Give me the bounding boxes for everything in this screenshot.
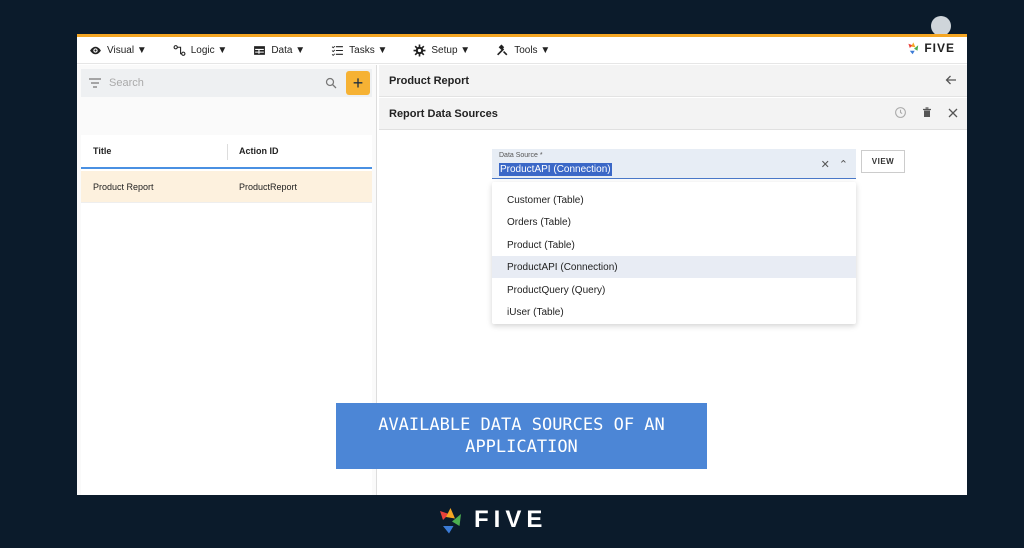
field-controls: ✕ ⌃ [812, 158, 848, 171]
menu-setup-label: Setup ▼ [431, 44, 471, 56]
menu-visual[interactable]: Visual ▼ [89, 44, 147, 57]
column-title[interactable]: Title [93, 146, 111, 156]
top-menu-bar: Visual ▼ Logic ▼ Data ▼ Tasks ▼ Setup ▼ … [77, 37, 967, 64]
menu-logic[interactable]: Logic ▼ [173, 44, 228, 57]
five-logo-icon [908, 42, 919, 55]
list-header: Title Action ID [81, 135, 372, 169]
search-input[interactable] [109, 77, 299, 89]
tools-icon [496, 43, 509, 57]
menu-tools[interactable]: Tools ▼ [496, 43, 551, 57]
dropdown-option[interactable]: ProductQuery (Query) [492, 279, 856, 301]
menu-logic-label: Logic ▼ [190, 44, 228, 56]
close-icon[interactable] [947, 106, 959, 124]
list-item[interactable]: Product Report ProductReport [81, 171, 372, 203]
data-source-value[interactable]: ProductAPI (Connection) [499, 163, 612, 176]
section-title: Report Data Sources [389, 107, 498, 120]
dropdown-option[interactable]: Orders (Table) [492, 211, 856, 233]
table-icon [253, 44, 266, 57]
menu-data-label: Data ▼ [271, 44, 306, 56]
menu-visual-label: Visual ▼ [107, 44, 147, 56]
column-divider [227, 144, 228, 160]
view-button[interactable]: VIEW [861, 150, 905, 173]
data-source-dropdown: Customer (Table) Orders (Table) Product … [492, 182, 856, 324]
menu-tools-label: Tools ▼ [514, 44, 551, 56]
five-logo-icon [440, 508, 461, 534]
dropdown-option-selected[interactable]: ProductAPI (Connection) [492, 256, 856, 278]
dropdown-option[interactable]: iUser (Table) [492, 301, 856, 323]
page-title: Product Report [389, 74, 470, 87]
chevron-up-icon[interactable]: ⌃ [839, 158, 848, 171]
avatar [931, 16, 951, 36]
search-bar: + [81, 69, 372, 97]
delete-icon[interactable] [921, 106, 933, 124]
tasks-icon [331, 44, 344, 57]
gear-icon [413, 44, 426, 57]
caption-line-2: APPLICATION [465, 437, 578, 457]
filter-icon[interactable] [89, 78, 101, 88]
data-source-label: Data Source * [499, 152, 543, 159]
main-menu: Visual ▼ Logic ▼ Data ▼ Tasks ▼ Setup ▼ … [77, 43, 576, 57]
menu-data[interactable]: Data ▼ [253, 44, 305, 57]
dropdown-option[interactable]: Product (Table) [492, 234, 856, 256]
list-item-title: Product Report [93, 181, 154, 192]
menu-tasks-label: Tasks ▼ [349, 44, 388, 56]
list-item-action-id: ProductReport [239, 181, 298, 192]
menu-tasks[interactable]: Tasks ▼ [331, 44, 387, 57]
eye-icon [89, 44, 102, 57]
back-arrow-icon[interactable] [945, 74, 957, 86]
clear-icon[interactable]: ✕ [821, 158, 830, 171]
brand-logo: FIVE [907, 41, 955, 55]
left-panel: + Title Action ID Product Report Product… [77, 65, 377, 495]
search-icon[interactable] [325, 77, 337, 89]
footer-logo: FIVE [436, 505, 547, 535]
sub-header-actions [880, 106, 959, 124]
history-icon[interactable] [894, 106, 907, 124]
record-list: Title Action ID Product Report ProductRe… [81, 135, 372, 495]
data-source-field[interactable]: Data Source * ProductAPI (Connection) ✕ … [492, 149, 856, 179]
brand-name: FIVE [924, 41, 955, 55]
column-action-id[interactable]: Action ID [239, 146, 279, 156]
sub-header: Report Data Sources [379, 98, 967, 130]
dropdown-option[interactable]: Customer (Table) [492, 189, 856, 211]
plus-icon: + [352, 72, 364, 93]
caption-banner: AVAILABLE DATA SOURCES OF AN APPLICATION [336, 403, 707, 469]
panel-header: Product Report [379, 65, 967, 97]
menu-setup[interactable]: Setup ▼ [413, 44, 470, 57]
add-button[interactable]: + [346, 71, 370, 95]
footer-brand-name: FIVE [474, 506, 548, 533]
logic-icon [173, 44, 186, 57]
caption-line-1: AVAILABLE DATA SOURCES OF AN [378, 415, 665, 435]
